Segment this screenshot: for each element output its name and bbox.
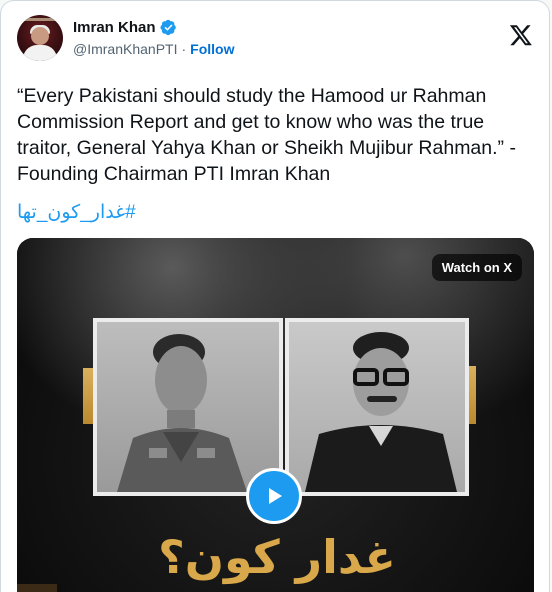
avatar-head [31,27,49,45]
x-logo-icon[interactable] [509,23,533,47]
author-handle[interactable]: @ImranKhanPTI [73,41,177,57]
author-handle-row: @ImranKhanPTI · Follow [73,41,234,57]
watch-on-x-label[interactable]: Watch on X [431,254,522,281]
follow-button[interactable]: Follow [190,41,234,57]
tweet-text: “Every Pakistani should study the Hamood… [17,85,516,185]
author-name-row: Imran Khan [73,19,177,36]
portrait-left [93,318,283,496]
video-player[interactable]: Watch on X غدار کون؟ [17,238,534,592]
play-button[interactable] [246,468,302,524]
tweet-card: Imran Khan @ImranKhanPTI · Follow “Every… [0,0,550,592]
video-overlay-title: غدار کون؟ [158,530,396,584]
video-corner-strip [17,584,57,592]
avatar-banner-text [21,18,59,21]
portrait-left-figure [117,334,247,492]
verified-badge-icon [159,19,176,36]
avatar[interactable] [17,15,63,61]
separator-dot: · [181,41,187,57]
author-name[interactable]: Imran Khan [73,19,156,36]
avatar-body [23,45,57,61]
play-icon [269,488,282,504]
portrait-right-figure [305,332,457,492]
portrait-right [285,318,469,496]
hashtag-link[interactable]: #غدار_کون_تھا [17,201,136,224]
